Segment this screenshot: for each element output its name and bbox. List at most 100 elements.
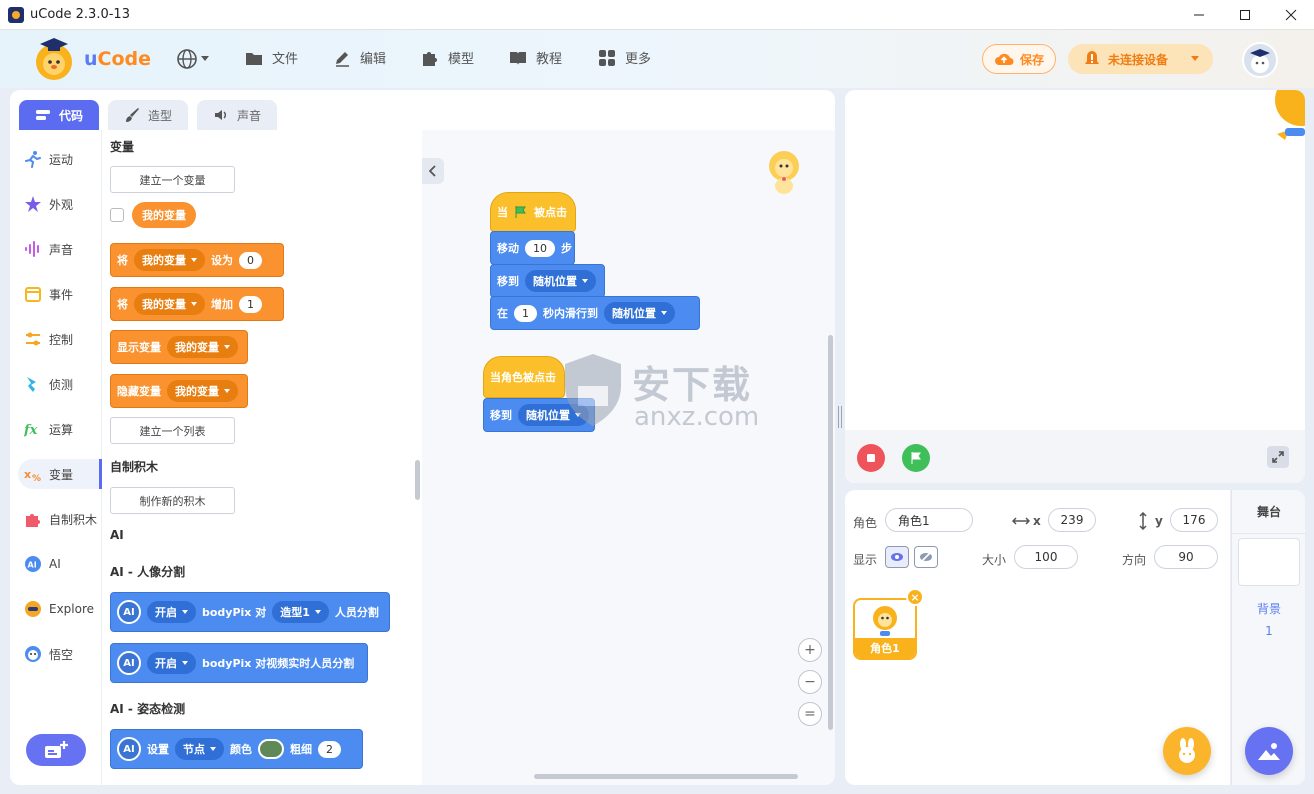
workspace-horizontal-scrollbar[interactable] bbox=[534, 774, 798, 779]
delete-sprite-button[interactable]: × bbox=[906, 588, 924, 606]
add-extension-button[interactable] bbox=[26, 734, 86, 766]
bodypix-segment-block[interactable]: AI 开启 bodyPix 对 造型1 人员分割 bbox=[110, 592, 390, 632]
close-button[interactable] bbox=[1268, 0, 1314, 30]
maximize-button[interactable] bbox=[1222, 0, 1268, 30]
block-categories: 运动 外观 声音 事件 控制 侦测 fx 运算 x% 变量 自制积木 AI AI… bbox=[10, 130, 102, 785]
value-input[interactable]: 10 bbox=[525, 239, 555, 257]
color-swatch[interactable] bbox=[258, 739, 284, 759]
value-input[interactable]: 1 bbox=[239, 295, 262, 313]
menu-tutorial[interactable]: 教程 bbox=[509, 48, 562, 67]
category-control[interactable]: 控制 bbox=[18, 324, 102, 354]
category-ai[interactable]: AI AI bbox=[18, 549, 102, 579]
value-input[interactable]: 2 bbox=[318, 740, 341, 758]
category-variables[interactable]: x% 变量 bbox=[18, 459, 102, 489]
bodypix-video-block[interactable]: AI 开启 bodyPix 对视频实时人员分割 bbox=[110, 643, 368, 683]
script-workspace[interactable]: 当 被点击 移动 10 步 移到 随机位置 在 1 秒内滑行到 随机位置 当角色… bbox=[422, 130, 835, 785]
direction-field[interactable]: 90 bbox=[1154, 545, 1218, 569]
change-variable-block[interactable]: 将 我的变量 增加 1 bbox=[110, 287, 284, 321]
sprite-mascot-icon bbox=[769, 151, 799, 194]
zoom-in-button[interactable]: + bbox=[798, 638, 822, 662]
menu-more[interactable]: 更多 bbox=[598, 48, 651, 67]
add-backdrop-button[interactable] bbox=[1245, 727, 1293, 775]
maximize-icon bbox=[1240, 10, 1250, 20]
block-text: bodyPix 对视频实时人员分割 bbox=[202, 657, 355, 670]
toggle-dropdown[interactable]: 开启 bbox=[147, 601, 196, 623]
size-field[interactable]: 100 bbox=[1014, 545, 1078, 569]
category-sensing[interactable]: 侦测 bbox=[18, 369, 102, 399]
category-events[interactable]: 事件 bbox=[18, 279, 102, 309]
stop-button[interactable] bbox=[857, 444, 885, 472]
fullscreen-button[interactable] bbox=[1267, 446, 1289, 468]
variable-reporter[interactable]: 我的变量 bbox=[132, 202, 196, 228]
run-button[interactable] bbox=[902, 444, 930, 472]
costume-dropdown[interactable]: 造型1 bbox=[272, 601, 329, 623]
device-connect-button[interactable]: 未连接设备 bbox=[1068, 44, 1213, 74]
x-field[interactable]: 239 bbox=[1048, 508, 1096, 532]
menu-file[interactable]: 文件 bbox=[245, 48, 298, 67]
stage-thumbnail[interactable] bbox=[1238, 538, 1300, 586]
variable-dropdown[interactable]: 我的变量 bbox=[134, 249, 205, 271]
user-avatar[interactable] bbox=[1242, 42, 1278, 78]
make-block-button[interactable]: 制作新的积木 bbox=[110, 487, 235, 514]
pose-setting-block[interactable]: AI 设置 节点 颜色 粗细 2 bbox=[110, 729, 363, 769]
variable-dropdown[interactable]: 我的变量 bbox=[167, 336, 238, 358]
tab-costume-label: 造型 bbox=[147, 108, 172, 123]
zoom-out-button[interactable]: − bbox=[798, 670, 822, 694]
category-explore-label: Explore bbox=[49, 602, 95, 616]
node-dropdown[interactable]: 节点 bbox=[175, 738, 224, 760]
category-motion[interactable]: 运动 bbox=[18, 144, 102, 174]
make-list-button[interactable]: 建立一个列表 bbox=[110, 417, 235, 444]
panel-resize-handle[interactable] bbox=[838, 406, 842, 428]
y-field[interactable]: 176 bbox=[1170, 508, 1218, 532]
hide-variable-block[interactable]: 隐藏变量 我的变量 bbox=[110, 374, 248, 408]
tab-costume[interactable]: 造型 bbox=[108, 100, 188, 130]
add-sprite-button[interactable] bbox=[1163, 727, 1211, 775]
make-variable-button[interactable]: 建立一个变量 bbox=[110, 166, 235, 193]
variable-dropdown[interactable]: 我的变量 bbox=[167, 380, 238, 402]
image-add-icon bbox=[1258, 743, 1280, 760]
sprite-card[interactable]: 角色1 bbox=[853, 598, 917, 660]
hide-sprite-button[interactable] bbox=[914, 546, 938, 568]
show-variable-block[interactable]: 显示变量 我的变量 bbox=[110, 330, 248, 364]
category-sound[interactable]: 声音 bbox=[18, 234, 102, 264]
value-input[interactable]: 0 bbox=[239, 251, 262, 269]
target-dropdown[interactable]: 随机位置 bbox=[525, 270, 596, 292]
glide-to-block[interactable]: 在 1 秒内滑行到 随机位置 bbox=[490, 296, 700, 330]
palette-scrollbar[interactable] bbox=[415, 460, 420, 500]
move-steps-block[interactable]: 移动 10 步 bbox=[490, 231, 575, 265]
tab-code[interactable]: 代码 bbox=[19, 100, 99, 130]
when-flag-clicked-block[interactable]: 当 被点击 bbox=[490, 192, 576, 232]
goto-block[interactable]: 移到 随机位置 bbox=[490, 264, 605, 298]
language-menu[interactable] bbox=[176, 48, 209, 70]
stage-title[interactable]: 舞台 bbox=[1232, 490, 1306, 534]
minimize-button[interactable] bbox=[1176, 0, 1222, 30]
when-sprite-clicked-block[interactable]: 当角色被点击 bbox=[483, 356, 565, 398]
variable-checkbox[interactable] bbox=[110, 208, 124, 222]
block-text: 步 bbox=[561, 242, 572, 255]
value-input[interactable]: 1 bbox=[514, 304, 537, 322]
tab-sound[interactable]: 声音 bbox=[197, 100, 277, 130]
stop-icon bbox=[867, 454, 875, 462]
set-variable-block[interactable]: 将 我的变量 设为 0 bbox=[110, 243, 284, 277]
save-button[interactable]: 保存 bbox=[982, 44, 1056, 74]
wukong-icon bbox=[25, 646, 41, 662]
zoom-reset-button[interactable]: = bbox=[798, 702, 822, 726]
menu-more-label: 更多 bbox=[625, 52, 652, 67]
category-wukong[interactable]: 悟空 bbox=[18, 639, 102, 669]
category-explore[interactable]: Explore bbox=[18, 594, 102, 624]
toggle-dropdown[interactable]: 开启 bbox=[147, 652, 196, 674]
workspace-vertical-scrollbar[interactable] bbox=[828, 335, 833, 730]
plus-icon: + bbox=[804, 642, 816, 658]
category-operators[interactable]: fx 运算 bbox=[18, 414, 102, 444]
sprite-name-field[interactable]: 角色1 bbox=[885, 508, 973, 532]
menu-model[interactable]: 模型 bbox=[421, 48, 474, 67]
category-looks[interactable]: 外观 bbox=[18, 189, 102, 219]
collapse-palette-button[interactable] bbox=[422, 158, 444, 184]
stage-canvas[interactable] bbox=[845, 90, 1305, 430]
target-dropdown[interactable]: 随机位置 bbox=[604, 302, 675, 324]
menu-edit[interactable]: 编辑 bbox=[333, 48, 386, 67]
show-sprite-button[interactable] bbox=[885, 546, 909, 568]
ai-segmentation-title: AI - 人像分割 bbox=[110, 565, 186, 579]
category-myblocks[interactable]: 自制积木 bbox=[18, 504, 102, 534]
variable-dropdown[interactable]: 我的变量 bbox=[134, 293, 205, 315]
